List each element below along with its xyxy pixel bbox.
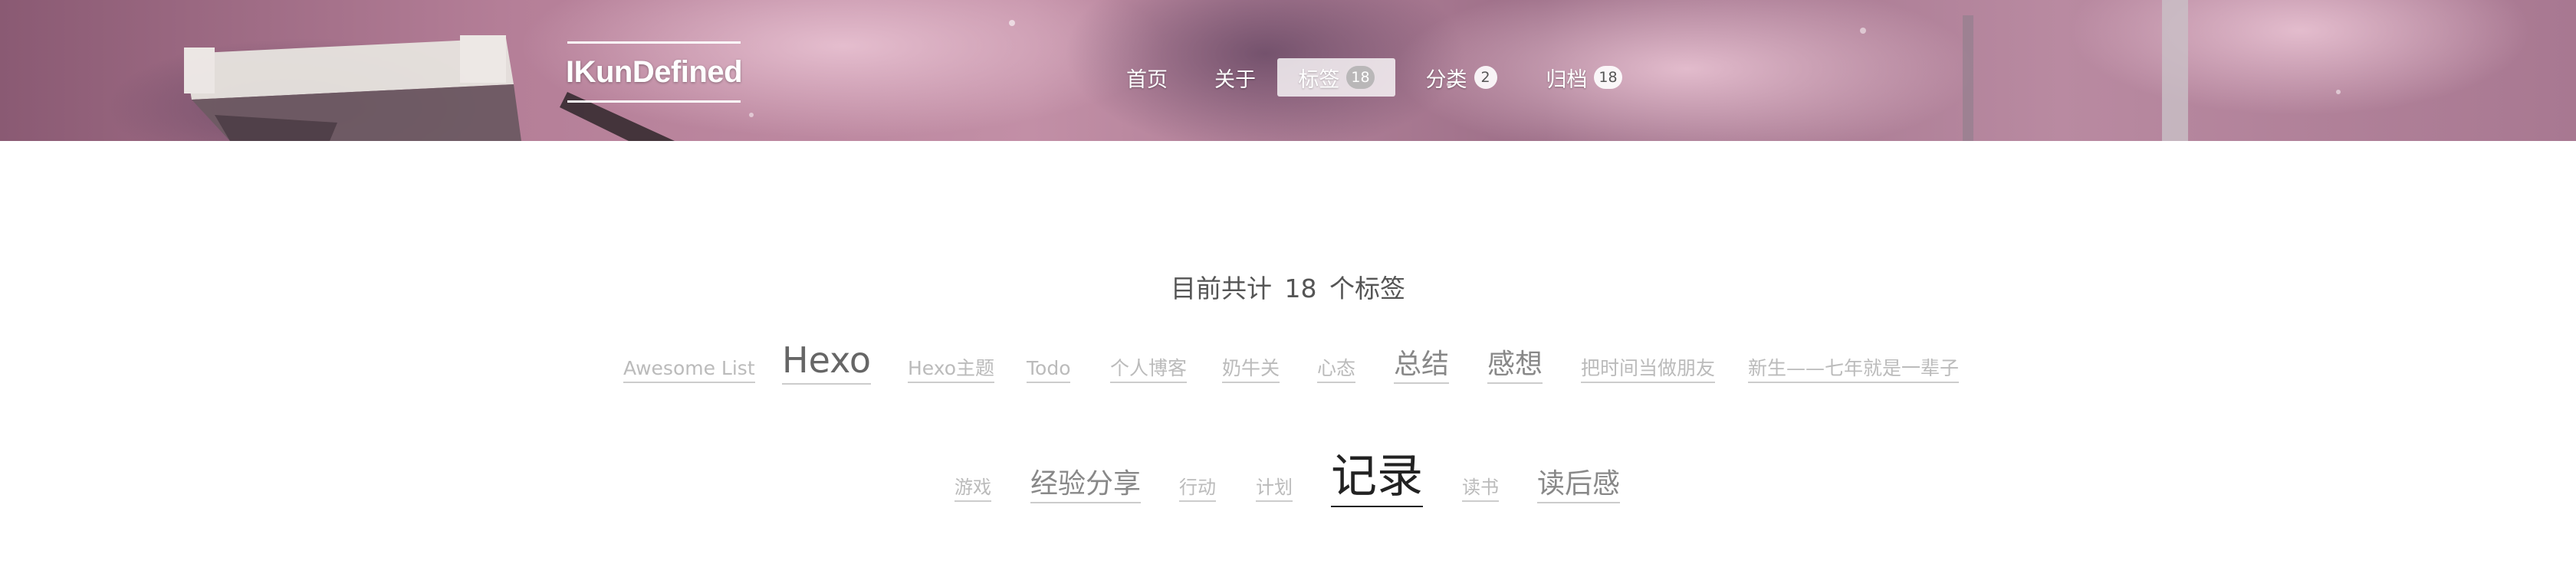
tag-link[interactable]: 个人博客 <box>1110 357 1188 383</box>
tag-link[interactable]: 新生——七年就是一辈子 <box>1748 357 1960 383</box>
nav-item-label: 关于 <box>1214 67 1256 92</box>
nav-item-categories[interactable]: 分类 2 <box>1423 58 1500 97</box>
tag-link[interactable]: Hexo <box>782 339 872 385</box>
tag-count-suffix: 个标签 <box>1329 274 1405 303</box>
nav-count-badge: 2 <box>1474 66 1497 89</box>
nav-count-badge: 18 <box>1594 66 1622 89</box>
tag-link[interactable]: 经验分享 <box>1030 467 1142 504</box>
nav-item-archives[interactable]: 归档 18 <box>1541 58 1627 97</box>
nav-item-label: 标签 <box>1298 67 1340 92</box>
nav-item-about[interactable]: 关于 <box>1210 58 1260 97</box>
tag-link[interactable]: 游戏 <box>955 477 991 502</box>
tag-link[interactable]: 奶牛关 <box>1222 357 1280 383</box>
nav-item-tags[interactable]: 标签 18 <box>1277 58 1395 97</box>
tag-link[interactable]: 读后感 <box>1537 467 1621 504</box>
site-header: IKunDefined 首页 关于 标签 18 分类 2 归档 18 <box>0 0 2576 141</box>
tag-link[interactable]: Todo <box>1027 357 1071 383</box>
tag-link[interactable]: Hexo主题 <box>908 357 995 383</box>
tag-link[interactable]: 记录 <box>1331 449 1423 507</box>
tag-link[interactable]: 计划 <box>1256 477 1293 502</box>
main-nav: 首页 关于 标签 18 分类 2 归档 18 <box>0 0 2576 141</box>
nav-item-label: 首页 <box>1126 67 1168 92</box>
nav-item-home[interactable]: 首页 <box>1121 58 1173 97</box>
nav-count-badge: 18 <box>1346 66 1375 89</box>
tag-link[interactable]: 感想 <box>1487 348 1543 385</box>
tag-link[interactable]: 把时间当做朋友 <box>1581 357 1716 383</box>
tag-link[interactable]: Awesome List <box>623 357 755 383</box>
tag-link[interactable]: 行动 <box>1179 477 1216 502</box>
tag-count-summary: 目前共计 18 个标签 <box>0 268 2576 305</box>
tag-link[interactable]: 心态 <box>1317 357 1356 383</box>
tag-count-prefix: 目前共计 <box>1171 274 1272 303</box>
tag-link[interactable]: 读书 <box>1462 477 1499 502</box>
tag-link[interactable]: 总结 <box>1394 348 1450 385</box>
tag-count-number: 18 <box>1284 274 1317 303</box>
nav-item-label: 归档 <box>1546 67 1588 92</box>
nav-item-label: 分类 <box>1425 67 1467 92</box>
